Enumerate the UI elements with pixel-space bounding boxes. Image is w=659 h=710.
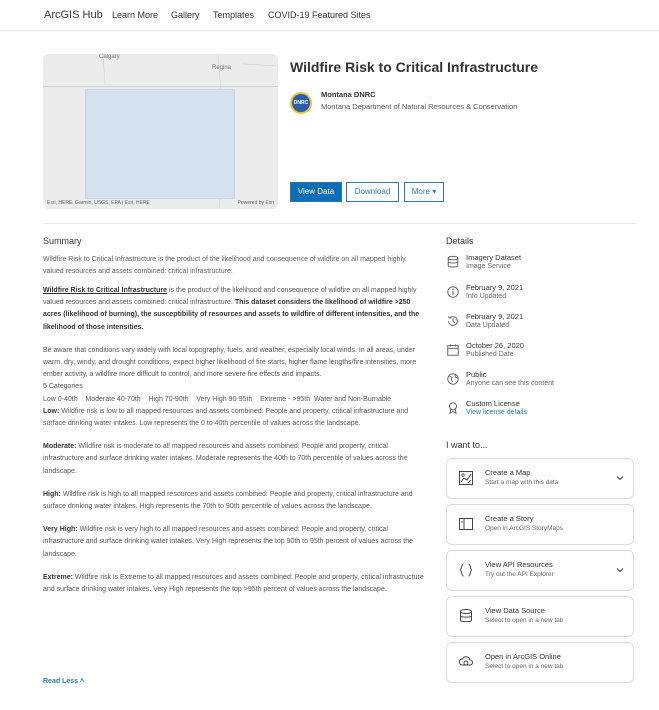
categories-count: 5 Categories: [43, 383, 83, 391]
view-license-link[interactable]: View license details: [466, 409, 527, 416]
detail-published-value: October 26, 2020: [466, 341, 524, 350]
category-extreme-text: Wildfire risk is Extreme to all mapped r…: [43, 573, 424, 594]
database-icon: [460, 609, 472, 623]
nav-gallery[interactable]: Gallery: [171, 10, 200, 20]
create-story-sub: Open in ArcGIS StoryMaps: [485, 525, 564, 532]
detail-item-info-updated: February 9, 2021 Info Updated: [446, 283, 636, 309]
arcgis-online-sub: Select to open in a new tab: [485, 663, 564, 670]
api-resources-sub: Try out the API Explorer: [485, 571, 554, 578]
details-heading: Details: [446, 236, 474, 246]
api-resources-title: View API Resources: [485, 560, 553, 569]
org-full-name: Montana Department of Natural Resources …: [321, 102, 518, 111]
item-page: Calgary Regina Esri, HERE, Garmin, USGS,…: [0, 31, 659, 710]
storymap-icon: [459, 518, 473, 530]
database-icon: [447, 255, 459, 268]
org-name[interactable]: Montana DNRC: [321, 90, 376, 99]
data-source-sub: Select to open in a new tab: [485, 617, 564, 624]
license-icon: [449, 402, 457, 415]
description: Wildfire Risk to Critical Infrastructure…: [43, 285, 428, 596]
arcgis-online-card[interactable]: Open in ArcGIS Online Select to open in …: [446, 642, 634, 683]
detail-type-value: Imagery Dataset: [466, 253, 522, 262]
map-city-regina: Regina: [212, 65, 232, 71]
map-preview[interactable]: Calgary Regina Esri, HERE, Garmin, USGS,…: [43, 54, 278, 209]
chevron-down-icon[interactable]: [616, 566, 624, 574]
description-intro: Wildfire Risk to Critical Infrastructure…: [43, 285, 428, 334]
detail-data-updated-label: Data Updated: [466, 322, 510, 329]
map-icon: [459, 471, 473, 485]
detail-license-value: Custom License: [466, 399, 520, 408]
detail-info-updated-value: February 9, 2021: [466, 283, 524, 292]
create-story-card[interactable]: Create a Story Open in ArcGIS StoryMaps: [446, 504, 634, 545]
detail-sharing-label: Anyone can see this content: [466, 380, 554, 387]
data-source-card[interactable]: View Data Source Select to open in a new…: [446, 596, 634, 637]
top-nav: ArcGIS Hub Learn More Gallery Templates …: [0, 0, 659, 31]
category-very-high-text: Wildfire risk is very high to all mapped…: [43, 526, 414, 558]
detail-data-updated-value: February 9, 2021: [466, 312, 524, 321]
globe-icon: [447, 373, 459, 385]
history-icon: [447, 316, 458, 326]
summary-heading: Summary: [43, 236, 82, 246]
map-powered-by[interactable]: Powered by Esri: [238, 200, 274, 206]
map-city-calgary: Calgary: [99, 54, 120, 60]
category-very-high-label: Very High:: [43, 526, 78, 534]
category-moderate: Moderate: Wildfire risk is moderate to a…: [43, 441, 428, 478]
category-very-high: Very High: Wildfire risk is very high to…: [43, 524, 428, 561]
category-moderate-text: Wildfire risk is moderate to all mapped …: [43, 443, 408, 475]
detail-item-license: Custom License View license details: [446, 399, 636, 425]
category-high-label: High:: [43, 490, 61, 498]
detail-item-published: October 26, 2020 Published Date: [446, 341, 636, 367]
chevron-down-icon[interactable]: [616, 474, 624, 482]
detail-info-updated-label: Info Updated: [466, 293, 507, 300]
detail-sharing-value: Public: [466, 370, 487, 379]
arcgis-online-icon: [458, 656, 473, 666]
category-high: High: Wildfire risk is high to all mappe…: [43, 489, 428, 513]
data-source-title: View Data Source: [485, 606, 545, 615]
detail-item-sharing: Public Anyone can see this content: [446, 370, 636, 396]
api-resources-card[interactable]: View API Resources Try out the API Explo…: [446, 550, 634, 591]
detail-item-data-updated: February 9, 2021 Data Updated: [446, 312, 636, 338]
create-map-card[interactable]: Create a Map Start a map with this data: [446, 458, 634, 499]
section-divider: [43, 223, 636, 224]
brand-link[interactable]: ArcGIS Hub: [44, 9, 103, 21]
category-low-text: Wildfire risk is low to all mapped resou…: [43, 407, 409, 428]
category-low-label: Low:: [43, 407, 60, 415]
nav-covid-sites[interactable]: COVID-19 Featured Sites: [268, 10, 371, 20]
i-want-to-heading: I want to...: [446, 440, 488, 450]
category-extreme-label: Extreme:: [43, 573, 73, 581]
description-title: Wildfire Risk to Critical Infrastructure: [43, 287, 168, 294]
info-icon: [447, 286, 459, 298]
nav-learn-more[interactable]: Learn More: [112, 10, 158, 20]
categories-list: Low 0-40th Moderate 40-70th High 70-90th…: [43, 395, 392, 403]
more-button[interactable]: More ▾: [404, 182, 444, 202]
create-story-title: Create a Story: [485, 514, 534, 523]
org-logo: DNRC: [290, 92, 312, 114]
detail-published-label: Published Date: [466, 351, 514, 358]
arcgis-online-title: Open in ArcGIS Online: [485, 652, 561, 661]
map-attribution: Esri, HERE, Garmin, USGS, EPA | Esri, HE…: [47, 200, 150, 206]
view-data-button[interactable]: View Data: [290, 182, 342, 202]
description-conditions: Be aware that conditions vary widely wit…: [43, 346, 417, 379]
create-map-title: Create a Map: [485, 468, 531, 477]
braces-icon: [459, 563, 473, 577]
download-button[interactable]: Download: [346, 182, 399, 202]
page-title: Wildfire Risk to Critical Infrastructure: [290, 59, 539, 75]
detail-item-type: Imagery Dataset Image Service: [446, 253, 636, 279]
summary-text: Wildfire Risk to Critical Infrastructure…: [43, 256, 406, 275]
nav-templates[interactable]: Templates: [213, 10, 254, 20]
calendar-icon: [447, 344, 459, 356]
category-low: Low: Wildfire risk is low to all mapped …: [43, 406, 428, 430]
map-extent-overlay: [85, 89, 235, 199]
category-extreme: Extreme: Wildfire risk is Extreme to all…: [43, 572, 428, 596]
category-high-text: Wildfire risk is high to all mapped reso…: [43, 490, 413, 511]
detail-type-label: Image Service: [466, 263, 511, 270]
category-moderate-label: Moderate:: [43, 443, 77, 451]
read-less-link[interactable]: Read Less ˄: [43, 678, 84, 685]
create-map-sub: Start a map with this data: [485, 479, 559, 486]
